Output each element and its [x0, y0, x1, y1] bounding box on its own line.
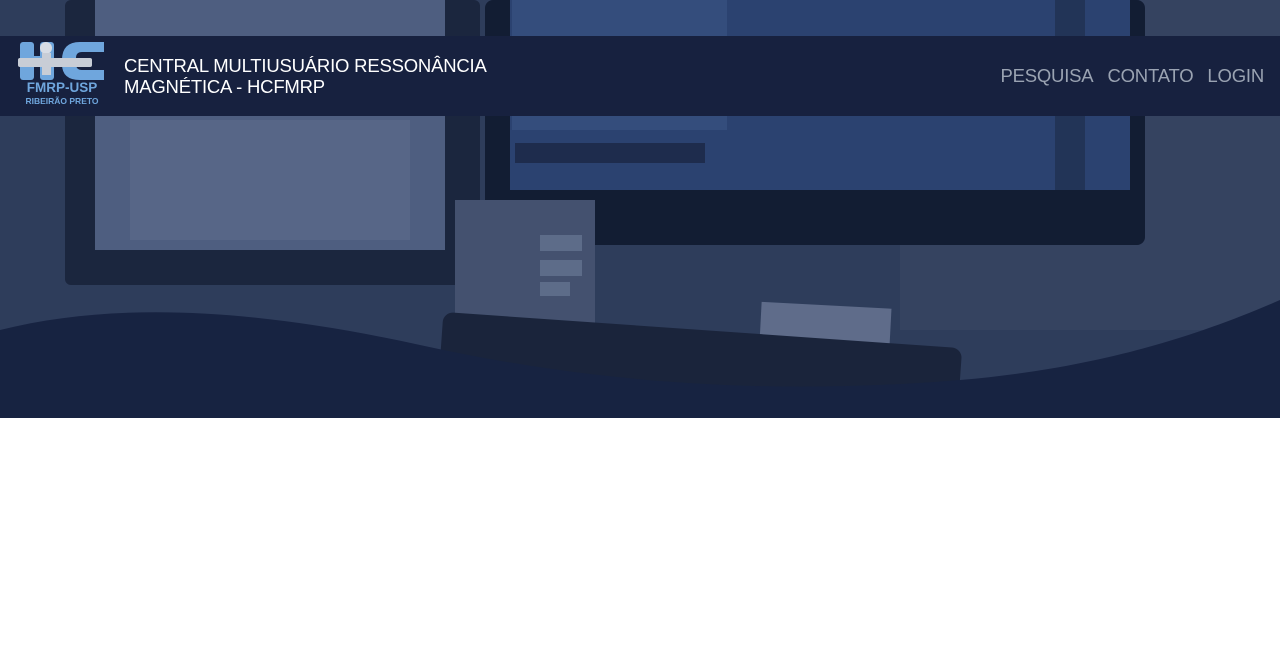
logo-text-fmrp-usp: FMRP-USP — [27, 80, 98, 95]
logo-text-ribeirao-preto: RIBEIRÃO PRETO — [25, 96, 98, 106]
nav-link-contato[interactable]: CONTATO — [1107, 65, 1193, 87]
site-title-line2: MAGNÉTICA - HCFMRP — [124, 76, 325, 97]
main-nav: PESQUISA CONTATO LOGIN — [1000, 65, 1264, 87]
site-title[interactable]: CENTRAL MULTIUSUÁRIO RESSONÂNCIA MAGNÉTI… — [124, 55, 487, 97]
nav-link-login[interactable]: LOGIN — [1207, 65, 1264, 87]
hero-banner: FMRP-USP RIBEIRÃO PRETO CENTRAL MULTIUSU… — [0, 0, 1280, 418]
top-navbar: FMRP-USP RIBEIRÃO PRETO CENTRAL MULTIUSU… — [0, 36, 1280, 116]
hc-fmrp-usp-logo[interactable]: FMRP-USP RIBEIRÃO PRETO — [18, 40, 106, 108]
nav-link-pesquisa[interactable]: PESQUISA — [1000, 65, 1093, 87]
site-title-line1: CENTRAL MULTIUSUÁRIO RESSONÂNCIA — [124, 55, 487, 76]
logo-graphic: FMRP-USP RIBEIRÃO PRETO — [18, 42, 104, 106]
